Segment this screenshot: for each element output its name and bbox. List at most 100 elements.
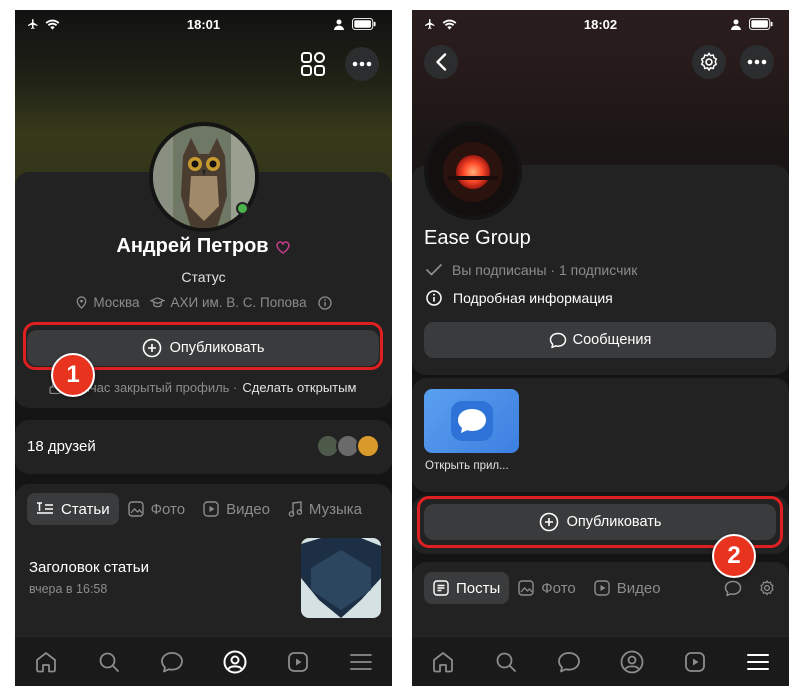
status-bar: 18:02 [412, 10, 789, 38]
nav-messenger[interactable] [152, 642, 192, 682]
search-icon [496, 652, 517, 672]
group-screen: 18:02 Ease Group Вы подписаны · 1 подпис… [412, 10, 789, 686]
battery-icon [749, 18, 773, 30]
group-name: Ease Group [424, 227, 531, 249]
avatar[interactable] [149, 122, 259, 232]
back-icon [436, 53, 447, 71]
tab-label: Фото [150, 500, 186, 518]
content-tabs: Посты Фото Видео [424, 572, 670, 604]
info-icon [426, 290, 442, 306]
group-avatar[interactable] [424, 122, 522, 220]
nav-search[interactable] [89, 642, 129, 682]
details-row[interactable]: Подробная информация [426, 290, 613, 306]
battery-icon [352, 18, 376, 30]
tab-label: Фото [541, 579, 576, 597]
messenger-icon [558, 651, 580, 672]
bottom-navigation [15, 636, 392, 686]
settings-icon[interactable] [758, 579, 776, 597]
profile-details[interactable]: Москва АХИ им. В. С. Попова [15, 295, 392, 310]
messages-button[interactable]: Сообщения [424, 322, 776, 358]
tab-music[interactable]: Музыка [279, 493, 371, 525]
nav-clips[interactable] [278, 642, 318, 682]
settings-button[interactable] [692, 45, 726, 79]
private-profile-row: Сейчас закрытый профиль · Сделать открыт… [49, 380, 356, 395]
tab-photo[interactable]: Фото [509, 572, 584, 604]
nav-menu[interactable] [738, 642, 778, 682]
menu-icon [349, 653, 372, 670]
friends-card[interactable]: 18 друзей [15, 420, 392, 474]
message-icon [549, 332, 566, 348]
profile-icon [223, 650, 247, 673]
nav-messenger[interactable] [549, 642, 589, 682]
more-icon [747, 59, 767, 65]
airplane-icon [28, 19, 38, 29]
tab-photo[interactable]: Фото [119, 493, 194, 525]
messenger-icon [161, 651, 183, 672]
profile-icon [620, 650, 644, 673]
profile-city: Москва [93, 295, 140, 310]
photo-icon [518, 580, 534, 596]
tab-label: Музыка [308, 500, 362, 518]
tabs-extra [724, 579, 776, 597]
clips-icon [287, 651, 308, 672]
friends-count: 18 друзей [27, 438, 96, 455]
tab-label: Посты [456, 579, 501, 597]
make-open-link[interactable]: Сделать открытым [242, 380, 356, 395]
education-icon [150, 297, 166, 308]
profile-status[interactable]: Статус [15, 269, 392, 285]
video-icon [594, 580, 610, 596]
app-caption: Открыть прил... [425, 460, 509, 472]
nav-clips[interactable] [675, 642, 715, 682]
more-button[interactable] [345, 47, 379, 81]
back-button[interactable] [424, 45, 458, 79]
airplane-icon [425, 19, 435, 29]
online-indicator [236, 202, 249, 215]
wifi-icon [45, 19, 60, 30]
nav-search[interactable] [486, 642, 526, 682]
video-icon [203, 501, 219, 517]
article-icon [37, 502, 53, 514]
step-badge: 1 [51, 353, 95, 397]
music-icon [288, 501, 302, 517]
article-item[interactable]: Заголовок статьи вчера в 16:58 [29, 559, 149, 596]
person-icon [334, 19, 344, 30]
settings-icon [700, 52, 718, 71]
profile-name: Андрей Петров [116, 235, 269, 257]
photo-icon [127, 501, 144, 517]
apps-grid-icon [301, 52, 325, 76]
status-bar: 18:01 [15, 10, 392, 38]
details-text: Подробная информация [453, 290, 613, 306]
app-tile[interactable] [424, 389, 519, 453]
messages-label: Сообщения [572, 332, 652, 348]
chat-app-icon [450, 401, 493, 441]
tab-label: Статьи [61, 500, 110, 518]
home-icon [36, 651, 57, 672]
nav-profile[interactable] [612, 642, 652, 682]
heart-emoji-icon [275, 240, 290, 254]
profile-screen: 18:01 Андрей Петров Статус Москва АХИ им… [15, 10, 392, 686]
article-title: Заголовок статьи [29, 559, 149, 576]
clips-icon [684, 651, 705, 672]
tab-video[interactable]: Видео [585, 572, 670, 604]
more-icon [352, 61, 372, 67]
article-time: вчера в 16:58 [29, 582, 108, 596]
article-thumbnail[interactable] [301, 538, 381, 618]
search-icon [99, 652, 120, 672]
nav-home[interactable] [423, 642, 463, 682]
tab-posts[interactable]: Посты [424, 572, 510, 604]
apps-card: Открыть прил... [412, 378, 789, 492]
message-icon[interactable] [724, 580, 742, 597]
content-tabs: Статьи Фото Видео Музыка [27, 493, 371, 525]
apps-button[interactable] [296, 47, 330, 81]
subscription-row[interactable]: Вы подписаны · 1 подписчик [426, 262, 637, 278]
more-button[interactable] [740, 45, 774, 79]
tab-video[interactable]: Видео [194, 493, 279, 525]
nav-profile[interactable] [215, 642, 255, 682]
nav-menu[interactable] [341, 642, 381, 682]
nav-home[interactable] [26, 642, 66, 682]
info-icon [317, 295, 332, 310]
wifi-icon [442, 19, 457, 30]
tab-articles[interactable]: Статьи [27, 493, 119, 525]
home-icon [433, 651, 454, 672]
tab-label: Видео [616, 579, 661, 597]
